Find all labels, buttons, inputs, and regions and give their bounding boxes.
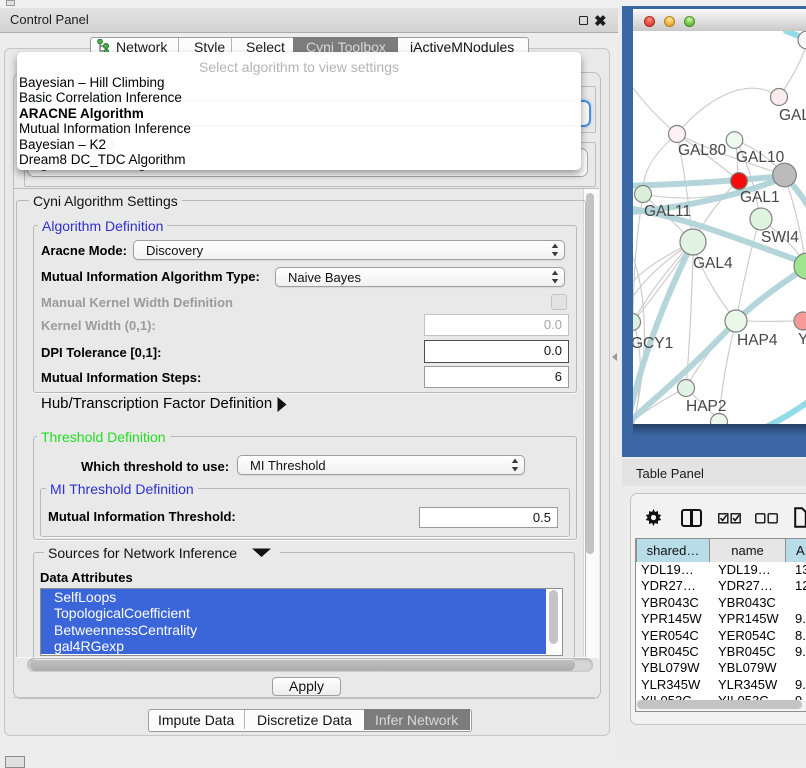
svg-text:GAL7: GAL7 [779, 107, 806, 124]
svg-text:GCY1: GCY1 [633, 335, 673, 352]
svg-text:GAL11: GAL11 [644, 203, 691, 220]
svg-text:GAL80: GAL80 [678, 142, 727, 159]
svg-text:SWI4: SWI4 [761, 229, 799, 246]
svg-text:GAL4: GAL4 [693, 255, 733, 272]
svg-text:HAP2: HAP2 [686, 398, 727, 415]
svg-text:YL: YL [798, 331, 806, 348]
svg-text:GAL1: GAL1 [740, 189, 780, 206]
svg-text:HAP4: HAP4 [737, 332, 778, 349]
svg-text:GAL10: GAL10 [736, 149, 785, 166]
